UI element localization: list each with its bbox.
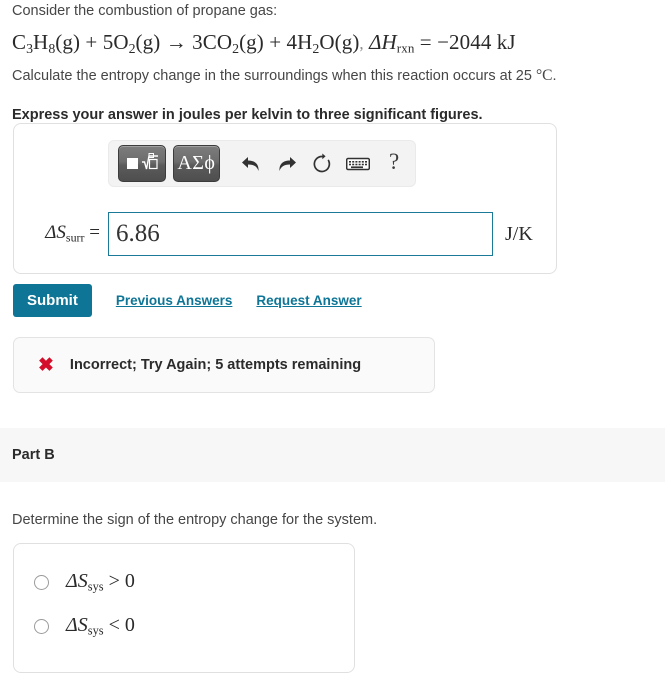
answer-row: ΔSsurr = 6.86 J/K xyxy=(14,208,558,260)
calculate-instruction: Calculate the entropy change in the surr… xyxy=(0,66,665,85)
submit-button[interactable]: Submit xyxy=(13,284,92,317)
math-toolbar: ΑΣϕ ? xyxy=(108,140,416,187)
equation-reactant-oxygen: 5O2(g) xyxy=(102,30,161,56)
answer-input[interactable]: 6.86 xyxy=(108,212,493,256)
feedback-message: Incorrect; Try Again; 5 attempts remaini… xyxy=(69,357,362,373)
choice-option-2[interactable]: ΔSsys < 0 xyxy=(14,604,354,648)
answer-panel: ΑΣϕ ? ΔSsurr = 6.86 J/K xyxy=(13,123,557,274)
choice-label-1: ΔSsys > 0 xyxy=(66,569,135,594)
calculate-text-post: . xyxy=(552,67,557,84)
undo-icon[interactable] xyxy=(236,146,266,181)
equation-arrow: → xyxy=(165,30,187,54)
calculate-text-pre: Calculate the entropy change in the surr… xyxy=(12,67,536,84)
choice-label-2: ΔSsys < 0 xyxy=(66,613,135,638)
equation-reactant-propane: C3H8(g) xyxy=(12,30,81,56)
greek-symbols-button[interactable]: ΑΣϕ xyxy=(172,145,221,182)
intro-text: Consider the combustion of propane gas: xyxy=(12,3,278,19)
redo-icon[interactable] xyxy=(272,146,302,181)
answer-label: ΔSsurr = xyxy=(45,222,100,245)
chemical-equation: C3H8(g) + 5O2(g) → 3CO2(g) + 4H2O(g), ΔH… xyxy=(0,20,665,66)
template-icon[interactable] xyxy=(118,145,166,182)
equation-plus-2: + xyxy=(269,30,282,54)
degree-celsius: °C xyxy=(535,66,553,84)
part-b-header: Part B xyxy=(0,428,665,482)
keyboard-icon[interactable] xyxy=(343,146,373,181)
problem-page: Consider the combustion of propane gas: … xyxy=(0,0,665,673)
express-instruction: Express your answer in joules per kelvin… xyxy=(12,106,483,123)
action-row: Submit Previous Answers Request Answer xyxy=(13,284,362,317)
help-icon[interactable]: ? xyxy=(379,145,409,183)
answer-unit: J/K xyxy=(505,222,533,245)
part-b-question: Determine the sign of the entropy change… xyxy=(12,512,378,528)
equation-plus-1: + xyxy=(85,30,98,54)
request-answer-link[interactable]: Request Answer xyxy=(256,293,361,308)
choice-option-1[interactable]: ΔSsys > 0 xyxy=(14,560,354,604)
equation-enthalpy: ΔHrxn = −2044 kJ xyxy=(369,30,516,56)
equation-comma: , xyxy=(359,34,364,53)
equation-product-co2: 3CO2(g) xyxy=(192,30,264,56)
previous-answers-link[interactable]: Previous Answers xyxy=(116,293,233,308)
radio-button-2[interactable] xyxy=(34,618,49,634)
error-x-icon: ✖ xyxy=(38,354,54,376)
equation-product-water: 4H2O(g) xyxy=(286,30,360,56)
feedback-banner: ✖ Incorrect; Try Again; 5 attempts remai… xyxy=(13,337,435,393)
reset-icon[interactable] xyxy=(308,146,338,181)
part-b-title: Part B xyxy=(12,447,55,463)
radio-button-1[interactable] xyxy=(34,574,49,590)
